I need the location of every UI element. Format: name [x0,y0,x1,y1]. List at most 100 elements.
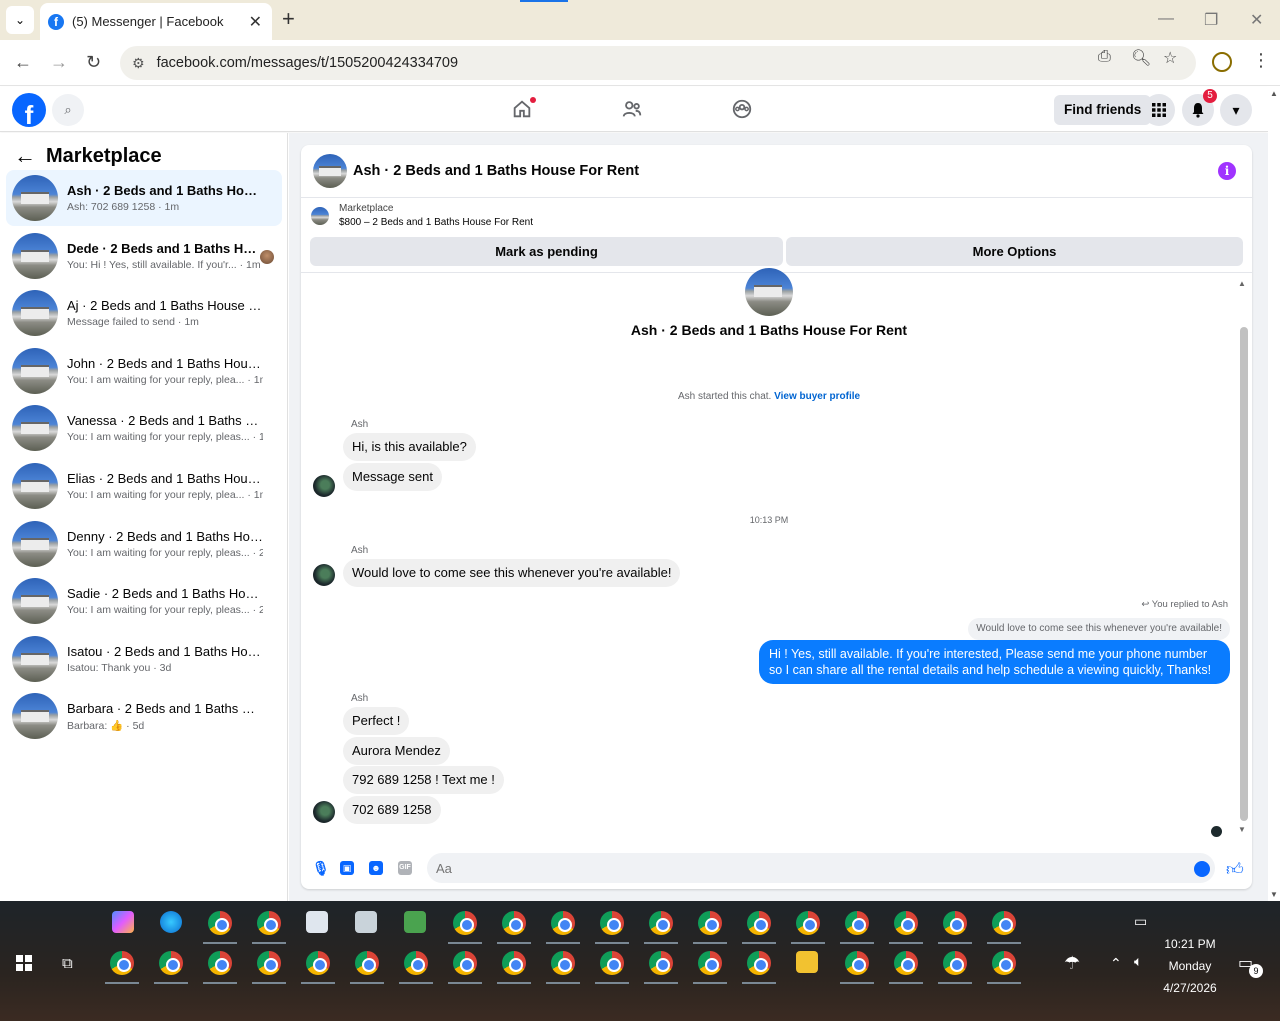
incoming-message[interactable]: Hi, is this available? [343,433,476,461]
notepad-app-icon[interactable] [404,911,426,933]
bookmark-star-icon[interactable]: ☆ [1163,48,1177,68]
message-input[interactable] [427,853,1215,883]
chrome-profile-icon[interactable] [551,911,575,935]
groups-icon[interactable] [730,97,754,121]
chrome-profile-icon[interactable] [698,911,722,935]
chrome-profile-icon[interactable] [257,951,281,975]
speaker-icon[interactable]: 🔈︎ [1134,953,1142,970]
new-tab-button[interactable]: + [282,8,295,30]
chrome-profile-icon[interactable] [943,951,967,975]
chrome-profile-icon[interactable] [600,911,624,935]
chrome-profile-icon[interactable] [747,951,771,975]
menu-kebab-icon[interactable]: ⋮ [1252,50,1270,71]
account-dropdown-icon[interactable]: ▾ [1220,94,1252,126]
view-buyer-profile-link[interactable]: View buyer profile [774,391,860,402]
chrome-profile-icon[interactable] [600,951,624,975]
gif-icon[interactable]: GIF [398,861,412,875]
scroll-down-icon[interactable]: ▼ [1270,890,1278,899]
task-view-icon[interactable]: ⧉ [62,955,73,972]
chrome-profile-icon[interactable] [747,911,771,935]
close-window-icon[interactable]: ✕ [1250,10,1263,30]
file-explorer-icon[interactable] [796,951,818,973]
conversation-item[interactable]: Barbara · 2 Beds and 1 Baths Hous... Barb… [6,688,282,744]
conversation-item[interactable]: Vanessa · 2 Beds and 1 Baths Hous... You:… [6,400,282,456]
listing-summary[interactable]: Marketplace $800 – 2 Beds and 1 Baths Ho… [311,203,533,228]
chrome-profile-icon[interactable] [894,911,918,935]
chrome-profile-icon[interactable] [943,911,967,935]
incoming-message[interactable]: Would love to come see this whenever you… [343,559,681,587]
chrome-profile-icon[interactable] [208,911,232,935]
chrome-profile-icon[interactable] [845,911,869,935]
microphone-icon[interactable]: 🎙︎ [312,861,330,875]
menu-grid-icon[interactable] [1143,94,1175,126]
chrome-profile-icon[interactable] [159,951,183,975]
chevron-up-icon[interactable]: ⌃ [1110,955,1122,972]
back-arrow-icon[interactable]: ← [14,143,36,169]
more-options-button[interactable]: More Options [786,237,1243,266]
edge-icon[interactable] [160,911,182,933]
chrome-profile-icon[interactable] [894,951,918,975]
conversation-item[interactable]: Sadie · 2 Beds and 1 Baths House F... You… [6,573,282,629]
find-friends-button[interactable]: Find friends [1054,95,1152,125]
chrome-profile-icon[interactable] [502,951,526,975]
chrome-profile-icon[interactable] [502,911,526,935]
install-app-icon[interactable]: ⎙ [1098,48,1111,66]
scroll-up-icon[interactable]: ▲ [1238,279,1246,288]
friends-icon[interactable] [620,97,644,121]
chrome-profile-icon[interactable] [649,951,673,975]
chrome-profile-icon[interactable] [453,951,477,975]
conversation-item[interactable]: Elias · 2 Beds and 1 Baths House F... You… [6,458,282,514]
browser-tab[interactable]: f (5) Messenger | Facebook ✕ [40,3,272,40]
chrome-profile-icon[interactable] [992,911,1016,935]
weather-umbrella-icon[interactable]: ☂ [1064,953,1080,974]
chat-listing-avatar[interactable] [313,154,347,188]
chrome-profile-icon[interactable] [698,951,722,975]
chrome-profile-icon[interactable] [208,951,232,975]
restore-icon[interactable]: ❐ [1204,10,1218,30]
contacts-app-icon[interactable] [306,911,328,933]
thumbs-up-icon[interactable]: 👍︎ [1226,859,1244,880]
ash-avatar[interactable] [313,564,335,586]
chrome-profile-icon[interactable] [453,911,477,935]
chrome-profile-icon[interactable] [110,951,134,975]
mark-pending-button[interactable]: Mark as pending [310,237,783,266]
incoming-message[interactable]: Perfect ! [343,707,410,735]
sticker-icon[interactable]: ☻ [369,861,383,875]
minimize-icon[interactable]: — [1158,10,1174,28]
conversation-item[interactable]: Aj · 2 Beds and 1 Baths House For ... Mes… [6,285,282,341]
chrome-profile-icon[interactable] [355,951,379,975]
chrome-profile-icon[interactable] [992,951,1016,975]
clock[interactable]: 10:21 PM Monday 4/27/2026 [1150,933,1230,999]
ash-avatar[interactable] [313,475,335,497]
profile-icon[interactable] [1212,52,1232,72]
chrome-profile-icon[interactable] [404,951,428,975]
photo-icon[interactable]: ▣ [340,861,354,875]
zoom-icon[interactable]: 🔍︎ [1131,48,1151,68]
emoji-icon[interactable] [1194,861,1210,877]
page-scrollbar[interactable]: ▲ ▼ [1268,87,1280,901]
quoted-message[interactable]: Would love to come see this whenever you… [968,618,1230,640]
info-icon[interactable]: i [1218,162,1236,180]
incoming-message[interactable]: 792 689 1258 ! Text me ! [343,766,504,794]
site-info-icon[interactable]: ⚙ [132,55,145,72]
network-icon[interactable]: ▭ [1134,913,1147,930]
chat-title[interactable]: Ash · 2 Beds and 1 Baths House For Rent [353,163,639,179]
windows-start-icon[interactable] [16,955,32,971]
chrome-profile-icon[interactable] [796,911,820,935]
conversation-item[interactable]: John · 2 Beds and 1 Baths House F... You:… [6,343,282,399]
address-bar[interactable]: ⚙ facebook.com/messages/t/15052004243347… [120,46,1196,80]
reload-icon[interactable]: ↻ [86,52,101,72]
tab-search-button[interactable]: ⌄ [6,6,34,34]
chrome-profile-icon[interactable] [649,911,673,935]
chrome-profile-icon[interactable] [551,951,575,975]
conversation-item[interactable]: Isatou · 2 Beds and 1 Baths House ... Isa… [6,631,282,687]
monitor-app-icon[interactable] [355,911,377,933]
chat-scrollbar[interactable]: ▲ ▼ [1238,279,1248,835]
ash-avatar[interactable] [313,801,335,823]
scroll-thumb[interactable] [1240,327,1248,821]
scroll-down-icon[interactable]: ▼ [1238,825,1246,834]
back-arrow-icon[interactable]: ← [14,52,32,72]
incoming-message[interactable]: Message sent [343,463,442,491]
facebook-logo-icon[interactable]: f [12,93,46,127]
outgoing-message[interactable]: Hi ! Yes, still available. If you're int… [759,640,1230,684]
